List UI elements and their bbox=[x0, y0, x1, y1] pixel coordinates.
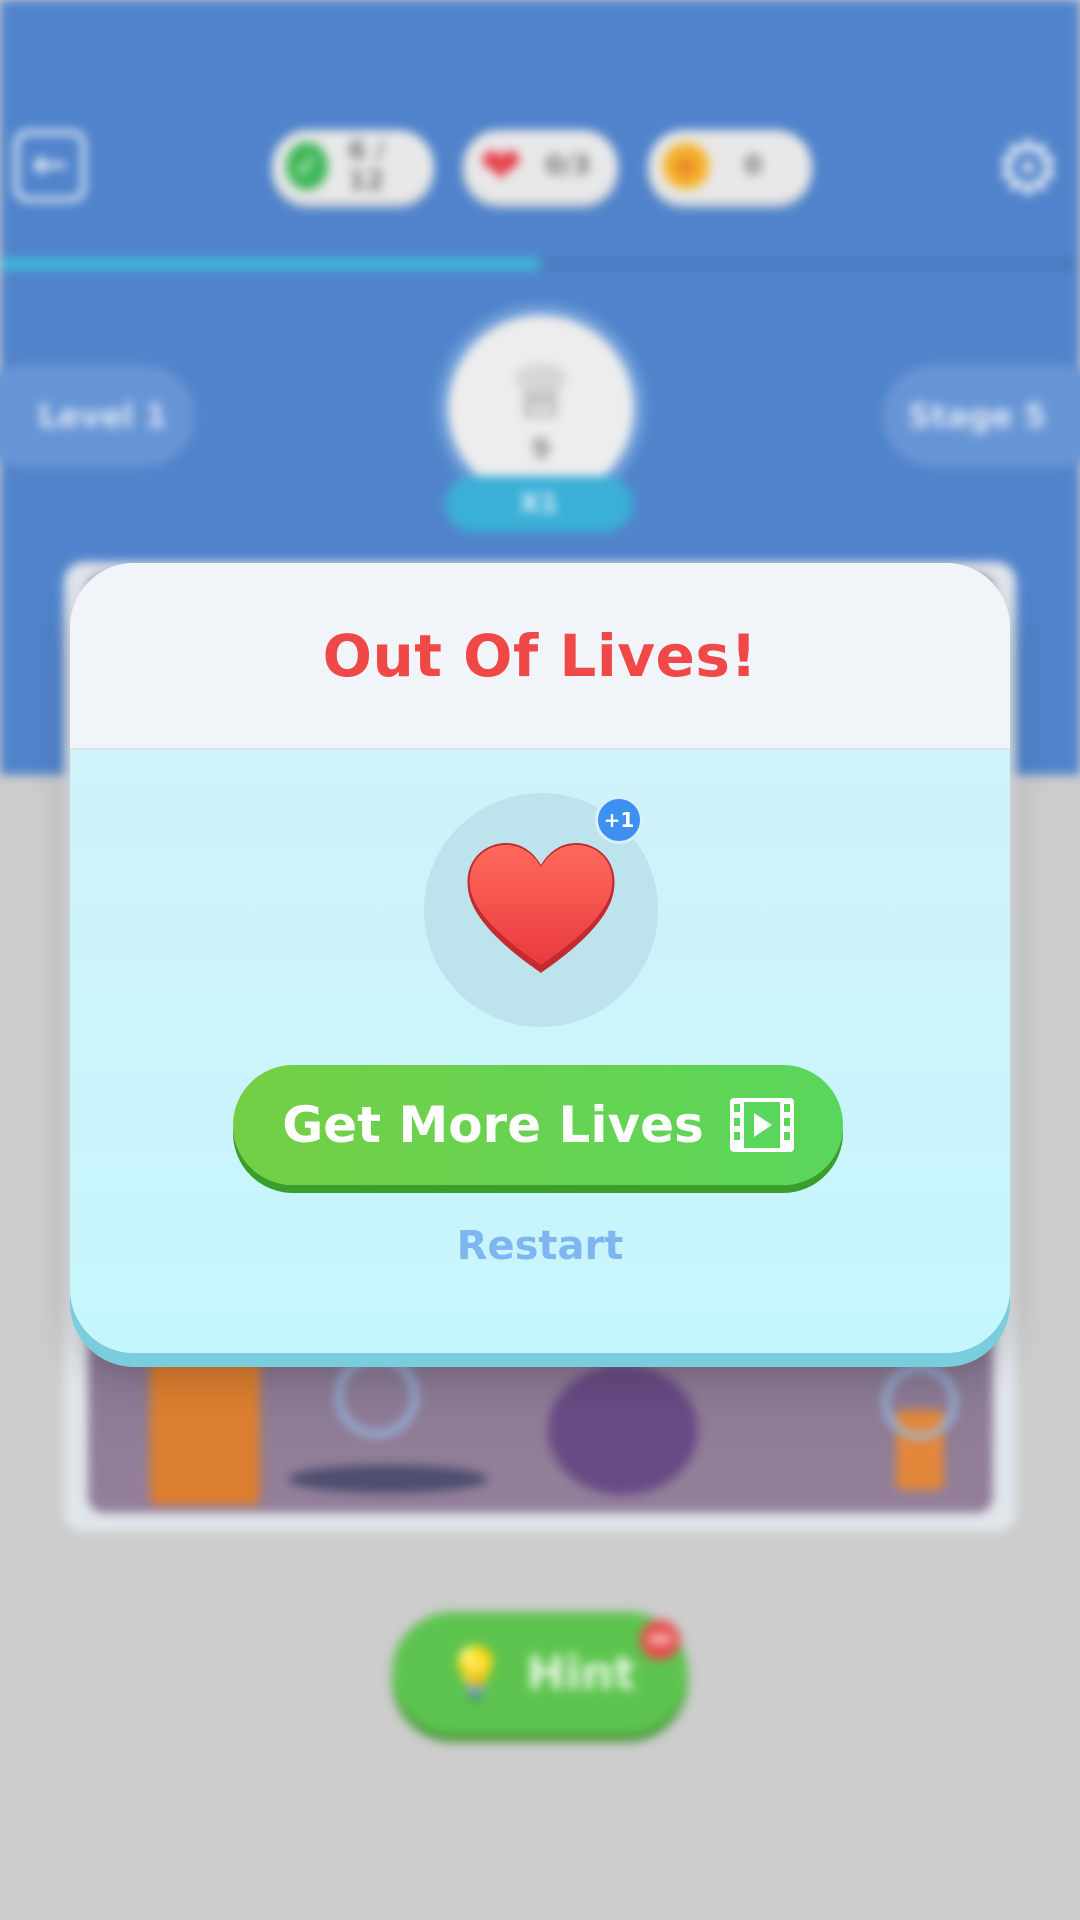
out-of-lives-dialog: Out Of Lives! +1 Get More Lives Restart bbox=[70, 563, 1010, 1353]
dialog-header: Out Of Lives! bbox=[70, 563, 1010, 750]
get-more-lives-label: Get More Lives bbox=[282, 1096, 704, 1154]
restart-button[interactable]: Restart bbox=[70, 1223, 1010, 1269]
restart-label: Restart bbox=[456, 1223, 624, 1269]
video-ad-icon bbox=[729, 1098, 794, 1152]
plus-one-badge: +1 bbox=[595, 796, 643, 844]
get-more-lives-button[interactable]: Get More Lives bbox=[233, 1065, 843, 1185]
dialog-body: +1 Get More Lives Restart bbox=[70, 750, 1010, 1353]
dialog-title: Out Of Lives! bbox=[322, 621, 758, 690]
heart-icon bbox=[467, 843, 615, 973]
plus-one-label: +1 bbox=[603, 808, 635, 832]
